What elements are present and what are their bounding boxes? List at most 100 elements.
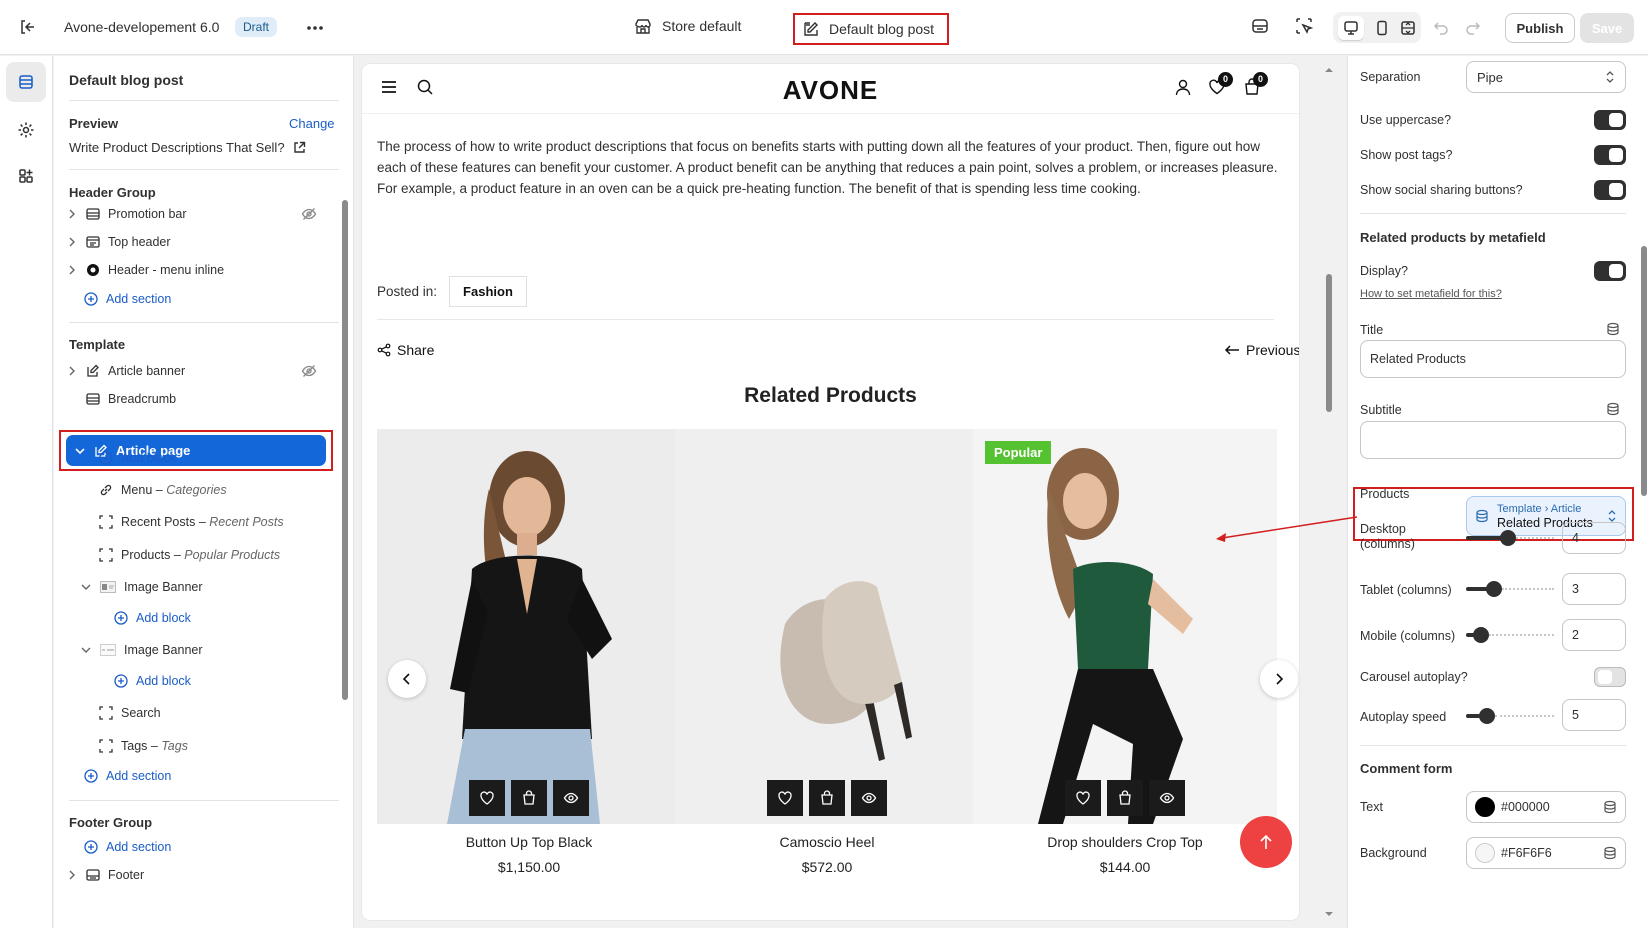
show-social-toggle[interactable] — [1594, 180, 1626, 200]
product-card[interactable] — [377, 429, 681, 824]
cart-icon[interactable]: 0 — [1243, 72, 1268, 96]
quick-view-icon[interactable] — [851, 780, 887, 816]
add-block-button[interactable]: Add block — [99, 445, 176, 471]
add-section-button[interactable]: Add section — [84, 286, 171, 312]
chevron-right-icon[interactable] — [66, 869, 78, 881]
separation-select[interactable]: Pipe — [1466, 61, 1626, 93]
section-promotion-bar[interactable]: Promotion bar — [66, 201, 187, 227]
eye-hidden-icon[interactable] — [301, 206, 317, 222]
subtitle-input[interactable] — [1360, 421, 1626, 459]
share-button[interactable]: Share — [377, 342, 434, 358]
product-card[interactable] — [675, 429, 979, 824]
block-recent-posts[interactable]: Recent Posts – Recent Posts — [99, 509, 284, 535]
undo-icon[interactable] — [1432, 18, 1450, 36]
mobile-columns-input[interactable]: 2 — [1562, 619, 1626, 651]
desktop-columns-input[interactable]: 4 — [1562, 522, 1626, 554]
settings-scrollbar[interactable] — [1640, 56, 1648, 928]
product-name[interactable]: Drop shoulders Crop Top — [973, 834, 1277, 850]
redo-icon[interactable] — [1464, 18, 1482, 36]
store-logo[interactable]: AVONE — [362, 75, 1299, 106]
dynamic-source-icon[interactable] — [1603, 846, 1617, 860]
desktop-icon[interactable] — [1338, 15, 1364, 40]
carousel-autoplay-toggle[interactable] — [1594, 667, 1626, 687]
bag-icon[interactable] — [809, 780, 845, 816]
product-name[interactable]: Button Up Top Black — [377, 834, 681, 850]
add-block-button[interactable]: Add block — [114, 605, 191, 631]
mobile-icon[interactable] — [1374, 20, 1390, 36]
add-block-button[interactable]: Add block — [114, 668, 191, 694]
account-icon[interactable] — [1174, 78, 1192, 96]
autoplay-speed-input[interactable]: 5 — [1562, 699, 1626, 731]
tablet-columns-slider[interactable] — [1466, 581, 1554, 597]
block-menu[interactable]: Menu – Categories — [99, 477, 227, 503]
metafield-help-link[interactable]: How to set metafield for this? — [1360, 288, 1502, 300]
apps-icon[interactable] — [6, 156, 46, 196]
section-header-menu-inline[interactable]: Header - menu inline — [66, 257, 224, 283]
inspector-icon[interactable] — [1294, 16, 1314, 36]
section-article-banner[interactable]: Article banner — [66, 358, 185, 384]
bag-icon[interactable] — [511, 780, 547, 816]
more-icon[interactable] — [305, 18, 325, 38]
use-uppercase-toggle[interactable] — [1594, 110, 1626, 130]
title-input[interactable]: Related Products — [1360, 340, 1626, 378]
app-embeds-icon[interactable] — [1250, 16, 1270, 36]
chevron-right-icon[interactable] — [66, 365, 78, 377]
divider — [69, 322, 339, 323]
product-card[interactable]: Popular — [973, 429, 1277, 824]
tablet-columns-input[interactable]: 3 — [1562, 573, 1626, 605]
chevron-right-icon[interactable] — [66, 264, 78, 276]
chevron-down-icon[interactable] — [80, 644, 92, 656]
publish-button[interactable]: Publish — [1505, 13, 1575, 43]
exit-icon[interactable] — [18, 18, 36, 36]
add-section-button[interactable]: Add section — [84, 834, 171, 860]
show-post-tags-toggle[interactable] — [1594, 145, 1626, 165]
dynamic-source-icon[interactable] — [1606, 402, 1620, 416]
preview-scrollbar[interactable] — [1323, 64, 1335, 920]
heart-icon[interactable] — [767, 780, 803, 816]
quick-view-icon[interactable] — [553, 780, 589, 816]
dynamic-source-icon[interactable] — [1606, 322, 1620, 336]
block-search[interactable]: Search — [99, 700, 161, 726]
mobile-columns-slider[interactable] — [1466, 627, 1554, 643]
select-arrows-icon — [1605, 70, 1615, 84]
block-image-banner[interactable]: Image Banner — [80, 637, 203, 663]
scroll-to-top-button[interactable] — [1240, 816, 1292, 868]
save-button[interactable]: Save — [1580, 13, 1634, 43]
fullwidth-icon[interactable] — [1400, 20, 1416, 36]
block-products[interactable]: Products – Popular Products — [99, 542, 280, 568]
chevron-right-icon[interactable] — [66, 236, 78, 248]
heart-icon[interactable] — [1065, 780, 1101, 816]
autoplay-speed-slider[interactable] — [1466, 708, 1554, 724]
product-name[interactable]: Camoscio Heel — [675, 834, 979, 850]
text-color-picker[interactable]: #000000 — [1466, 791, 1626, 823]
block-tags[interactable]: Tags – Tags — [99, 733, 188, 759]
section-top-header[interactable]: Top header — [66, 229, 171, 255]
product-price: $572.00 — [801, 859, 853, 875]
preview-title[interactable]: Write Product Descriptions That Sell? — [69, 140, 306, 155]
add-section-button[interactable]: Add section — [84, 763, 171, 789]
section-breadcrumb[interactable]: Breadcrumb — [86, 386, 176, 412]
post-tag[interactable]: Fashion — [449, 276, 527, 307]
heart-icon[interactable] — [469, 780, 505, 816]
store-default-selector[interactable]: Store default — [634, 17, 741, 35]
sections-icon[interactable] — [6, 62, 46, 102]
sections-scrollbar[interactable] — [342, 178, 348, 918]
dynamic-source-icon[interactable] — [1603, 800, 1617, 814]
wishlist-icon[interactable]: 0 — [1208, 72, 1233, 96]
quick-view-icon[interactable] — [1149, 780, 1185, 816]
display-toggle[interactable] — [1594, 261, 1626, 281]
template-selector[interactable]: Default blog post — [793, 13, 949, 45]
chevron-down-icon[interactable] — [80, 581, 92, 593]
eye-hidden-icon[interactable] — [301, 363, 317, 379]
section-footer[interactable]: Footer — [66, 862, 144, 888]
bag-icon[interactable] — [1107, 780, 1143, 816]
background-color-picker[interactable]: #F6F6F6 — [1466, 837, 1626, 869]
gear-icon[interactable] — [6, 110, 46, 150]
block-image-banner[interactable]: Image Banner — [80, 574, 203, 600]
chevron-right-icon[interactable] — [66, 208, 78, 220]
change-preview-link[interactable]: Change — [289, 116, 335, 131]
carousel-prev-button[interactable] — [388, 660, 426, 698]
previous-post-link[interactable]: Previous — [1224, 342, 1299, 358]
carousel-next-button[interactable] — [1260, 660, 1298, 698]
desktop-columns-slider[interactable] — [1466, 530, 1554, 546]
